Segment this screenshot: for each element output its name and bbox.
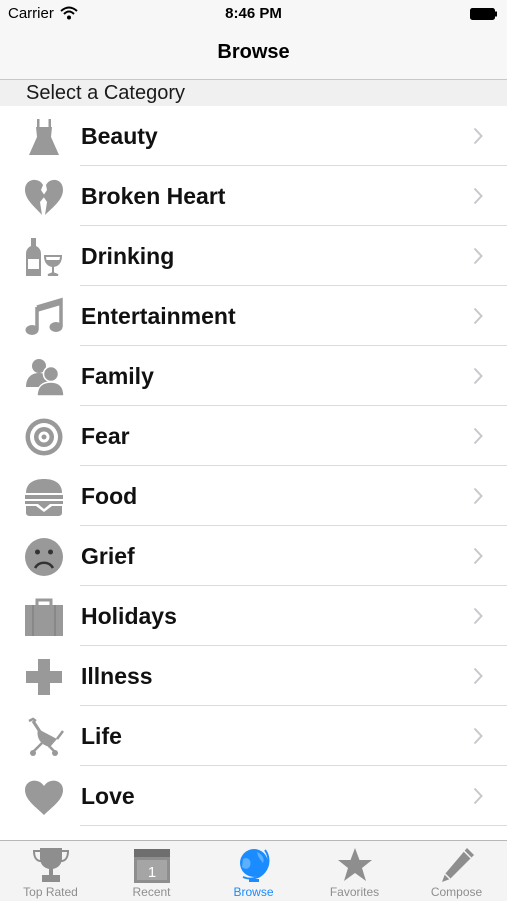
tab-label: Favorites (329, 885, 380, 899)
category-label: Grief (81, 543, 135, 569)
tab-compose[interactable]: Compose (406, 841, 507, 901)
category-row-illness[interactable]: Illness (0, 646, 507, 706)
category-row-entertainment[interactable]: Entertainment (0, 286, 507, 346)
category-label: Beauty (81, 123, 158, 149)
chevron-right-icon (473, 367, 483, 385)
category-label: Life (81, 723, 122, 749)
stroller-icon (28, 717, 64, 756)
status-time: 8:46 PM (225, 5, 282, 22)
svg-text:1: 1 (148, 864, 156, 881)
suitcase-icon (25, 598, 63, 636)
tab-browse[interactable]: Browse (203, 841, 304, 901)
tab-recent[interactable]: 1 Recent (101, 841, 202, 901)
category-label: Illness (81, 663, 153, 689)
tab-top-rated[interactable]: Top Rated (0, 841, 101, 901)
category-row-holidays[interactable]: Holidays (0, 586, 507, 646)
tab-label: Top Rated (23, 885, 78, 899)
music-note-icon (25, 297, 63, 335)
category-label: Entertainment (81, 303, 236, 329)
category-row-fear[interactable]: Fear (0, 406, 507, 466)
category-row-food[interactable]: Food (0, 466, 507, 526)
calendar-icon: 1 (134, 849, 170, 883)
category-row-family[interactable]: Family (0, 346, 507, 406)
status-bar: Carrier 8:46 PM (0, 0, 507, 28)
tab-bar: Top Rated 1 Recent Browse Favorites Comp… (0, 840, 507, 901)
broken-heart-icon (25, 179, 63, 215)
tab-label: Recent (132, 885, 171, 899)
medical-cross-icon (26, 659, 62, 695)
pencil-icon (442, 848, 474, 882)
category-label: Love (81, 783, 135, 809)
burger-icon (25, 479, 63, 516)
chevron-right-icon (473, 247, 483, 265)
category-label: Food (81, 483, 138, 509)
chevron-right-icon (473, 427, 483, 445)
chevron-right-icon (473, 607, 483, 625)
target-icon (25, 418, 63, 456)
category-row-love[interactable]: Love (0, 766, 507, 826)
chevron-right-icon (473, 307, 483, 325)
battery-icon (470, 8, 497, 20)
navigation-bar: Browse (0, 28, 507, 80)
category-row-drinking[interactable]: Drinking (0, 226, 507, 286)
chevron-right-icon (473, 667, 483, 685)
chevron-right-icon (473, 187, 483, 205)
chevron-right-icon (473, 547, 483, 565)
wine-bottle-glass-icon (26, 238, 63, 276)
globe-icon (240, 849, 270, 882)
category-label: Holidays (81, 603, 177, 629)
section-title: Select a Category (26, 82, 185, 104)
category-label: Broken Heart (81, 183, 226, 209)
row-divider (80, 825, 507, 826)
category-row-grief[interactable]: Grief (0, 526, 507, 586)
category-label: Family (81, 363, 154, 389)
category-label: Drinking (81, 243, 175, 269)
category-row-beauty[interactable]: Beauty (0, 106, 507, 166)
chevron-right-icon (473, 487, 483, 505)
page-title: Browse (217, 41, 290, 63)
category-list[interactable]: Beauty Broken Heart Drinking Entertainme… (0, 106, 507, 840)
trophy-icon (32, 848, 70, 882)
section-header: Select a Category (0, 80, 507, 106)
category-label: Fear (81, 423, 130, 449)
tab-label: Compose (430, 885, 483, 899)
star-icon (338, 848, 372, 881)
category-row-life[interactable]: Life (0, 706, 507, 766)
category-row-broken-heart[interactable]: Broken Heart (0, 166, 507, 226)
people-icon (26, 359, 64, 397)
heart-icon (25, 780, 63, 815)
sad-face-icon (25, 538, 63, 576)
chevron-right-icon (473, 127, 483, 145)
dress-icon (29, 119, 59, 155)
chevron-right-icon (473, 727, 483, 745)
chevron-right-icon (473, 787, 483, 805)
tab-label: Browse (233, 885, 274, 899)
tab-favorites[interactable]: Favorites (304, 841, 405, 901)
